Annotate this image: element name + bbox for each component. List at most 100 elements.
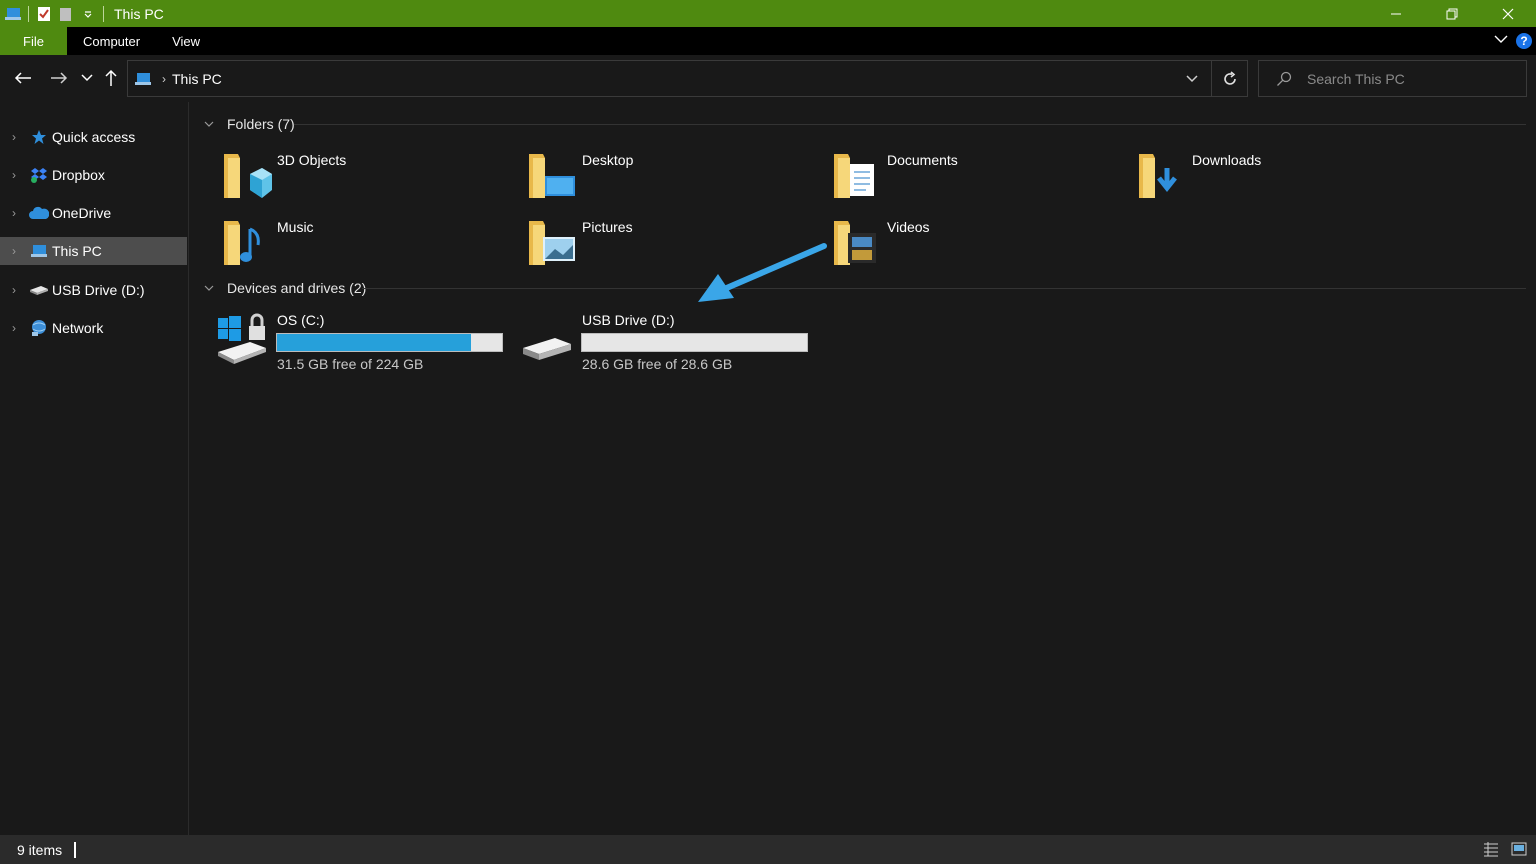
details-view-icon (1484, 842, 1498, 857)
large-icons-view-button[interactable] (1510, 840, 1528, 858)
sidebar-item-label: OneDrive (52, 205, 112, 221)
folder-tile-desktop[interactable]: Desktop (495, 144, 795, 206)
search-box[interactable]: Search This PC (1258, 60, 1527, 97)
breadcrumb-separator-icon[interactable]: › (162, 72, 166, 86)
content-pane: Folders (7) 3D Objects Desktop Documents… (190, 102, 1536, 835)
refresh-icon (1223, 70, 1236, 85)
chevron-down-icon[interactable] (200, 121, 218, 127)
refresh-button[interactable] (1211, 61, 1247, 96)
back-button[interactable] (12, 67, 34, 89)
music-folder-icon (224, 221, 260, 265)
chevron-down-icon (1494, 35, 1508, 43)
folder-label: 3D Objects (277, 152, 347, 168)
folder-tile-documents[interactable]: Documents (800, 144, 1100, 206)
drives-group-header[interactable]: Devices and drives (2) (200, 278, 366, 298)
folders-group-header[interactable]: Folders (7) (200, 114, 295, 134)
3d-objects-folder-icon (224, 154, 272, 198)
sidebar-item-label: This PC (52, 243, 102, 259)
folder-tile-music[interactable]: Music (190, 211, 490, 273)
this-pc-icon (134, 71, 152, 87)
drive-free-space: 28.6 GB free of 28.6 GB (582, 356, 733, 372)
text-cursor (74, 841, 77, 858)
arrow-right-icon (51, 72, 68, 84)
minimize-icon (1391, 13, 1401, 14)
toolbar-separator (103, 5, 104, 22)
cloud-icon (28, 203, 50, 223)
properties-icon[interactable] (33, 0, 55, 27)
drive-free-space: 31.5 GB free of 224 GB (277, 356, 424, 372)
drive-usage-bar (276, 333, 503, 352)
expand-chevron-icon[interactable]: › (0, 321, 28, 335)
toolbar-separator (28, 5, 29, 22)
usb-drive-icon (28, 280, 50, 300)
sidebar-item-quick-access[interactable]: › Quick access (0, 123, 187, 151)
folder-label: Downloads (1192, 152, 1262, 168)
large-icons-view-icon (1511, 842, 1527, 856)
annotation-arrow-icon (698, 243, 827, 302)
documents-folder-icon (834, 154, 874, 198)
tab-computer[interactable]: Computer (67, 27, 156, 55)
window-title: This PC (114, 5, 164, 22)
sidebar-item-this-pc[interactable]: › This PC (0, 237, 187, 265)
drive-usage-bar (581, 333, 808, 352)
search-icon (1275, 70, 1293, 88)
chevron-down-icon[interactable] (200, 285, 218, 291)
pictures-folder-icon (529, 221, 575, 265)
details-view-button[interactable] (1482, 840, 1500, 858)
downloads-folder-icon (1139, 154, 1177, 198)
expand-chevron-icon[interactable]: › (0, 168, 28, 182)
usb-drive-icon (523, 338, 571, 360)
folder-label: Videos (887, 219, 930, 235)
up-button[interactable] (100, 67, 122, 89)
folder-label: Pictures (582, 219, 633, 235)
restore-button[interactable] (1424, 0, 1480, 27)
customize-toolbar-chevron-icon[interactable] (77, 0, 99, 27)
folder-label: Desktop (582, 152, 634, 168)
desktop-folder-icon (529, 154, 575, 198)
close-button[interactable] (1480, 0, 1536, 27)
expand-chevron-icon[interactable]: › (0, 244, 28, 258)
folder-label: Documents (887, 152, 958, 168)
navigation-bar: › This PC Search This PC (0, 55, 1536, 102)
tab-file[interactable]: File (0, 27, 67, 55)
expand-chevron-icon[interactable]: › (0, 283, 28, 297)
sidebar-item-usb-drive[interactable]: › USB Drive (D:) (0, 276, 187, 304)
expand-ribbon-button[interactable] (1494, 32, 1508, 51)
sidebar-item-label: Dropbox (52, 167, 105, 183)
address-bar[interactable]: › This PC (127, 60, 1248, 97)
drive-name: OS (C:) (277, 312, 325, 328)
folder-label: Music (277, 219, 314, 235)
group-divider (294, 124, 1526, 125)
new-folder-icon[interactable] (55, 0, 77, 27)
sidebar-item-onedrive[interactable]: › OneDrive (0, 199, 187, 227)
tab-view[interactable]: View (156, 27, 216, 55)
sidebar-item-network[interactable]: › Network (0, 314, 187, 342)
breadcrumb-this-pc[interactable]: This PC (172, 71, 222, 87)
drives-group-label: Devices and drives (2) (227, 280, 367, 296)
chevron-down-icon (1186, 75, 1198, 83)
folders-group-label: Folders (7) (227, 116, 295, 132)
quick-access-toolbar (0, 0, 108, 27)
this-pc-app-icon[interactable] (2, 0, 24, 27)
address-history-dropdown[interactable] (1183, 70, 1201, 88)
expand-chevron-icon[interactable]: › (0, 206, 28, 220)
computer-icon (28, 241, 50, 261)
star-icon (28, 127, 50, 147)
expand-chevron-icon[interactable]: › (0, 130, 28, 144)
folder-tile-downloads[interactable]: Downloads (1105, 144, 1405, 206)
recent-locations-button[interactable] (76, 67, 98, 89)
sidebar-item-label: USB Drive (D:) (52, 282, 145, 298)
chevron-down-icon (81, 74, 93, 82)
forward-button[interactable] (48, 67, 70, 89)
drive-name: USB Drive (D:) (582, 312, 675, 328)
folder-tile-videos[interactable]: Videos (800, 211, 1100, 273)
sidebar-item-dropbox[interactable]: › Dropbox (0, 161, 187, 189)
group-divider (362, 288, 1526, 289)
minimize-button[interactable] (1368, 0, 1424, 27)
drive-tile-usb-d[interactable]: USB Drive (D:) 28.6 GB free of 28.6 GB (495, 308, 808, 378)
help-button[interactable]: ? (1516, 33, 1532, 49)
folder-tile-3d-objects[interactable]: 3D Objects (190, 144, 490, 206)
drive-tile-os-c[interactable]: OS (C:) 31.5 GB free of 224 GB (190, 308, 503, 378)
drive-usage-fill (277, 334, 471, 351)
status-bar: 9 items (0, 835, 1536, 864)
